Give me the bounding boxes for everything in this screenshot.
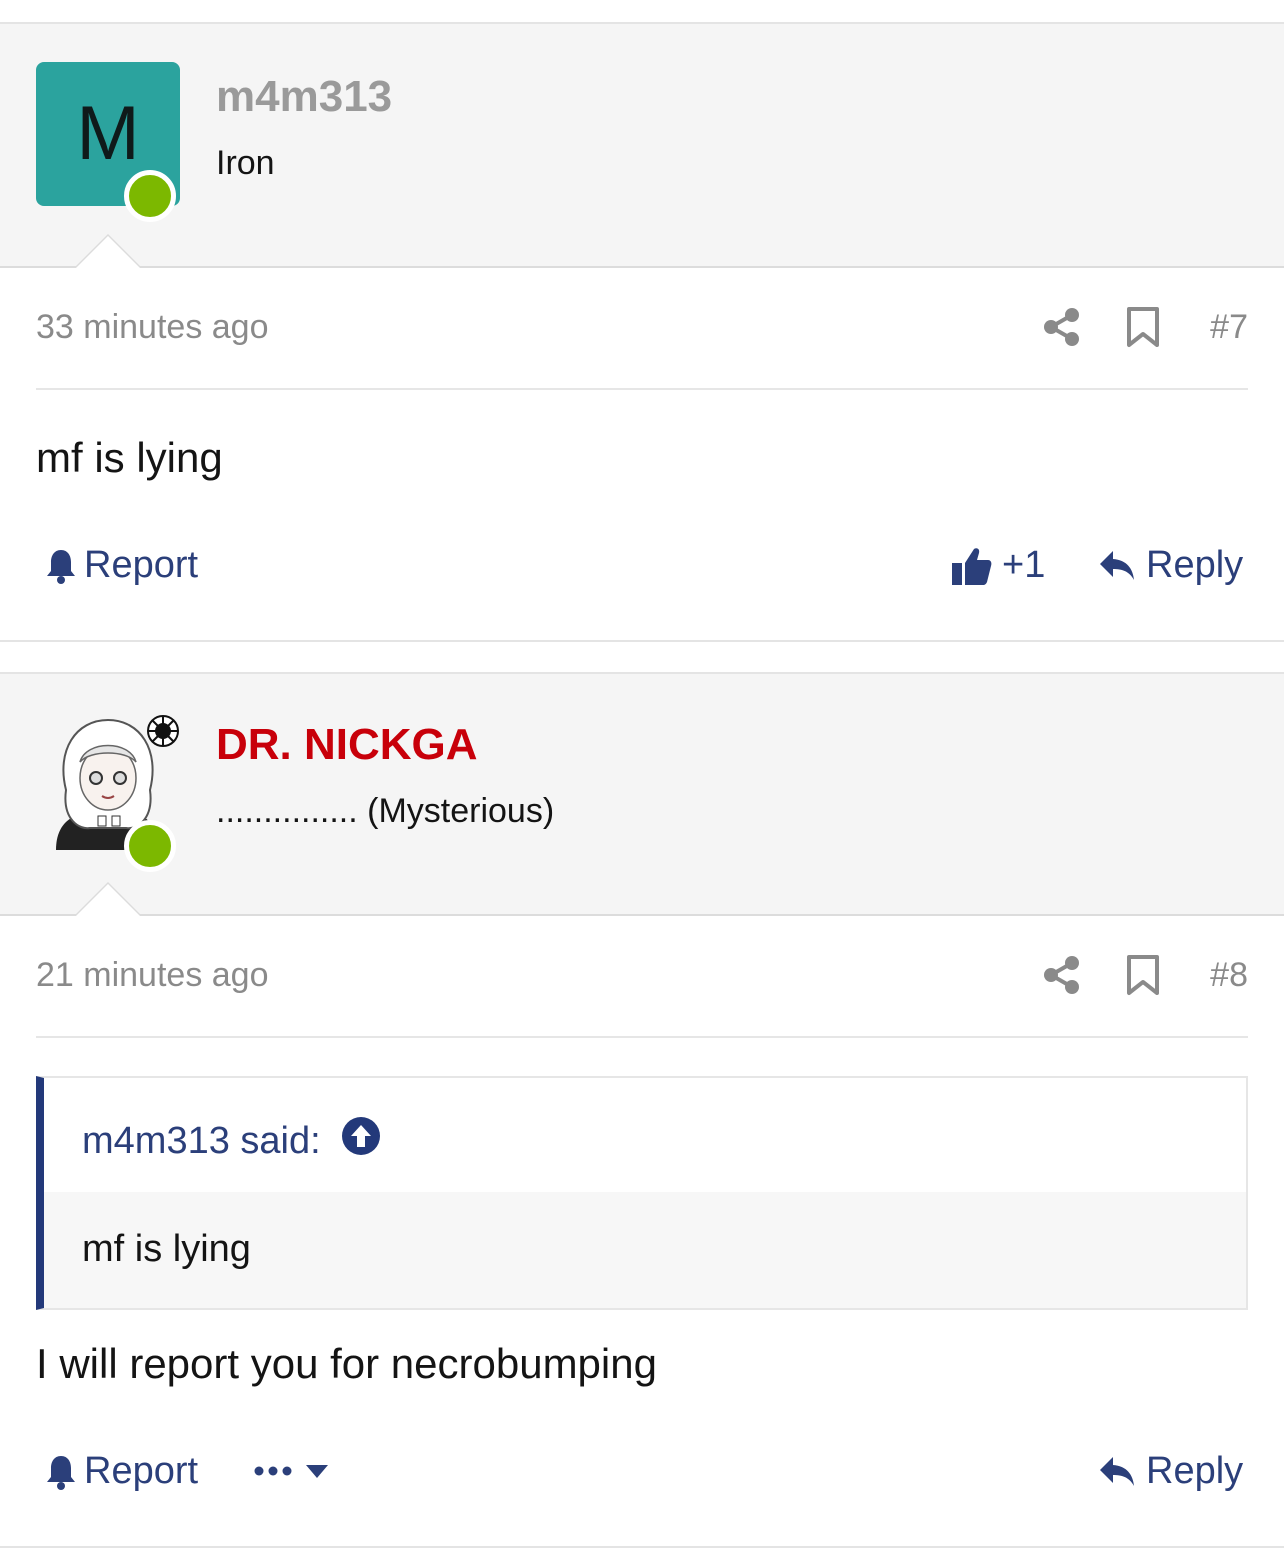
reply-icon: [1098, 549, 1136, 583]
share-icon[interactable]: [1042, 954, 1082, 1001]
badge-icon: [146, 714, 180, 753]
report-button[interactable]: Report: [44, 544, 198, 587]
post-number[interactable]: #7: [1210, 308, 1248, 347]
bookmark-icon[interactable]: [1126, 954, 1160, 1001]
quote-header[interactable]: m4m313 said:: [82, 1116, 381, 1166]
post-header: M m4m313 Iron: [0, 22, 1284, 268]
report-button[interactable]: Report: [44, 1450, 198, 1493]
reply-label: Reply: [1146, 1450, 1244, 1492]
reply-button[interactable]: Reply: [1098, 1450, 1243, 1493]
post-7: M m4m313 Iron 33 minutes ago #7 mf is ly…: [0, 0, 1284, 642]
online-indicator: [124, 820, 176, 872]
reply-button[interactable]: Reply: [1098, 544, 1243, 587]
like-count: +1: [1002, 544, 1046, 586]
post-number[interactable]: #8: [1210, 956, 1248, 995]
report-label: Report: [84, 1450, 199, 1492]
post-meta: 33 minutes ago #7: [36, 300, 1248, 360]
divider: [36, 1036, 1248, 1038]
quote-body: mf is lying: [44, 1192, 1246, 1308]
more-dots-icon: [254, 1456, 294, 1486]
post-time[interactable]: 21 minutes ago: [36, 956, 269, 995]
share-icon[interactable]: [1042, 306, 1082, 353]
reply-icon: [1098, 1455, 1136, 1489]
user-title: Iron: [216, 144, 275, 182]
username[interactable]: DR. NICKGA: [216, 720, 478, 770]
post-message: I will report you for necrobumping: [36, 1340, 657, 1387]
online-indicator: [124, 170, 176, 222]
post-bottom-border: [0, 1546, 1284, 1548]
quote-block: m4m313 said: mf is lying: [36, 1076, 1248, 1310]
post-message: mf is lying: [36, 434, 223, 481]
bell-icon: [44, 547, 78, 585]
caret-down-icon: [304, 1456, 330, 1486]
report-label: Report: [84, 544, 199, 586]
post-bottom-border: [0, 640, 1284, 642]
bookmark-icon[interactable]: [1126, 306, 1160, 353]
post-meta: 21 minutes ago #8: [36, 948, 1248, 1008]
arrow-up-circle-icon[interactable]: [341, 1116, 381, 1166]
bell-icon: [44, 1453, 78, 1491]
reply-label: Reply: [1146, 544, 1244, 586]
post-header: DR. NICKGA ............... (Mysterious): [0, 672, 1284, 916]
thumbs-up-icon: [950, 545, 992, 587]
more-menu-button[interactable]: [254, 1456, 330, 1486]
quote-text: mf is lying: [82, 1228, 251, 1270]
like-button[interactable]: +1: [950, 544, 1045, 587]
user-title: ............... (Mysterious): [216, 792, 555, 830]
post-8: DR. NICKGA ............... (Mysterious) …: [0, 672, 1284, 1552]
divider: [36, 388, 1248, 390]
username[interactable]: m4m313: [216, 72, 392, 122]
avatar-letter: M: [76, 91, 140, 176]
post-time[interactable]: 33 minutes ago: [36, 308, 269, 347]
quote-author: m4m313 said:: [82, 1119, 321, 1162]
